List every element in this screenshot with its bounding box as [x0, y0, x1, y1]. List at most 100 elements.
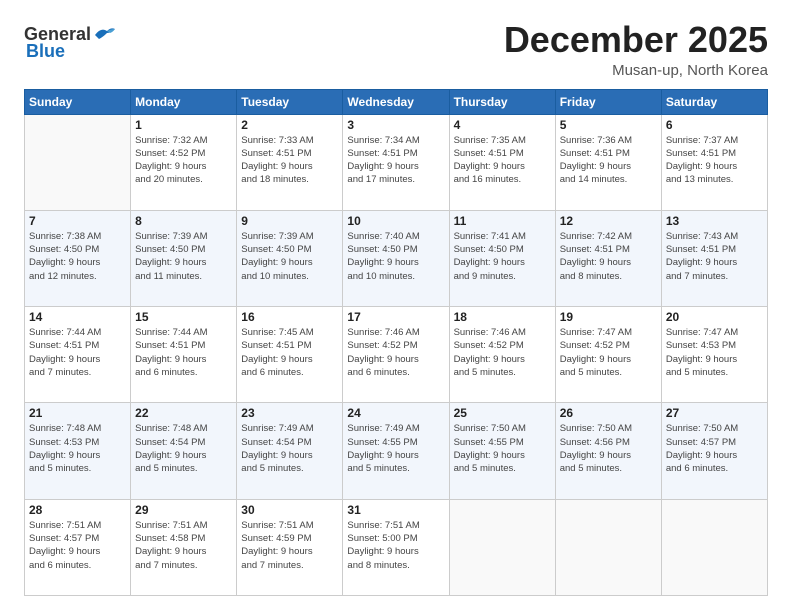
calendar-header-wednesday: Wednesday [343, 89, 449, 114]
calendar-cell: 9 Sunrise: 7:39 AM Sunset: 4:50 PM Daylig… [237, 210, 343, 306]
day-info: Sunrise: 7:40 AM Sunset: 4:50 PM Dayligh… [347, 230, 444, 283]
calendar-cell: 28 Sunrise: 7:51 AM Sunset: 4:57 PM Dayli… [25, 499, 131, 595]
day-info: Sunrise: 7:51 AM Sunset: 4:58 PM Dayligh… [135, 519, 232, 572]
day-info: Sunrise: 7:51 AM Sunset: 5:00 PM Dayligh… [347, 519, 444, 572]
day-number: 4 [454, 118, 551, 132]
day-info: Sunrise: 7:32 AM Sunset: 4:52 PM Dayligh… [135, 134, 232, 187]
day-info: Sunrise: 7:49 AM Sunset: 4:54 PM Dayligh… [241, 422, 338, 475]
calendar-cell: 7 Sunrise: 7:38 AM Sunset: 4:50 PM Daylig… [25, 210, 131, 306]
calendar-week-row: 14 Sunrise: 7:44 AM Sunset: 4:51 PM Dayli… [25, 307, 768, 403]
day-info: Sunrise: 7:47 AM Sunset: 4:52 PM Dayligh… [560, 326, 657, 379]
header: General Blue December 2025 Musan-up, Nor… [24, 20, 768, 79]
calendar-week-row: 21 Sunrise: 7:48 AM Sunset: 4:53 PM Dayli… [25, 403, 768, 499]
day-info: Sunrise: 7:42 AM Sunset: 4:51 PM Dayligh… [560, 230, 657, 283]
day-info: Sunrise: 7:44 AM Sunset: 4:51 PM Dayligh… [29, 326, 126, 379]
day-info: Sunrise: 7:39 AM Sunset: 4:50 PM Dayligh… [135, 230, 232, 283]
day-info: Sunrise: 7:48 AM Sunset: 4:54 PM Dayligh… [135, 422, 232, 475]
day-number: 27 [666, 406, 763, 420]
day-number: 15 [135, 310, 232, 324]
day-info: Sunrise: 7:34 AM Sunset: 4:51 PM Dayligh… [347, 134, 444, 187]
calendar-header-thursday: Thursday [449, 89, 555, 114]
day-info: Sunrise: 7:47 AM Sunset: 4:53 PM Dayligh… [666, 326, 763, 379]
calendar-cell: 6 Sunrise: 7:37 AM Sunset: 4:51 PM Daylig… [661, 114, 767, 210]
day-number: 7 [29, 214, 126, 228]
day-number: 5 [560, 118, 657, 132]
calendar-cell: 31Sunrise: 7:51 AM Sunset: 5:00 PM Dayli… [343, 499, 449, 595]
calendar-week-row: 1 Sunrise: 7:32 AM Sunset: 4:52 PM Daylig… [25, 114, 768, 210]
day-info: Sunrise: 7:41 AM Sunset: 4:50 PM Dayligh… [454, 230, 551, 283]
calendar-cell: 27 Sunrise: 7:50 AM Sunset: 4:57 PM Dayli… [661, 403, 767, 499]
day-number: 16 [241, 310, 338, 324]
calendar-week-row: 28 Sunrise: 7:51 AM Sunset: 4:57 PM Dayli… [25, 499, 768, 595]
day-number: 3 [347, 118, 444, 132]
day-number: 11 [454, 214, 551, 228]
day-number: 22 [135, 406, 232, 420]
day-number: 6 [666, 118, 763, 132]
day-number: 13 [666, 214, 763, 228]
calendar-cell: 26 Sunrise: 7:50 AM Sunset: 4:56 PM Dayli… [555, 403, 661, 499]
logo: General Blue [24, 24, 117, 62]
day-info: Sunrise: 7:33 AM Sunset: 4:51 PM Dayligh… [241, 134, 338, 187]
day-info: Sunrise: 7:50 AM Sunset: 4:56 PM Dayligh… [560, 422, 657, 475]
calendar-cell: 25Sunrise: 7:50 AM Sunset: 4:55 PM Dayli… [449, 403, 555, 499]
calendar-cell: 10Sunrise: 7:40 AM Sunset: 4:50 PM Dayli… [343, 210, 449, 306]
day-number: 20 [666, 310, 763, 324]
calendar-cell: 21 Sunrise: 7:48 AM Sunset: 4:53 PM Dayli… [25, 403, 131, 499]
day-number: 2 [241, 118, 338, 132]
day-number: 1 [135, 118, 232, 132]
day-info: Sunrise: 7:37 AM Sunset: 4:51 PM Dayligh… [666, 134, 763, 187]
calendar-cell: 1 Sunrise: 7:32 AM Sunset: 4:52 PM Daylig… [131, 114, 237, 210]
day-info: Sunrise: 7:39 AM Sunset: 4:50 PM Dayligh… [241, 230, 338, 283]
day-info: Sunrise: 7:36 AM Sunset: 4:51 PM Dayligh… [560, 134, 657, 187]
calendar-cell: 22 Sunrise: 7:48 AM Sunset: 4:54 PM Dayli… [131, 403, 237, 499]
logo-blue-label: Blue [26, 41, 65, 62]
calendar-table: SundayMondayTuesdayWednesdayThursdayFrid… [24, 89, 768, 596]
day-info: Sunrise: 7:46 AM Sunset: 4:52 PM Dayligh… [454, 326, 551, 379]
subtitle: Musan-up, North Korea [504, 62, 768, 79]
calendar-cell [449, 499, 555, 595]
calendar-header-monday: Monday [131, 89, 237, 114]
calendar-cell: 12 Sunrise: 7:42 AM Sunset: 4:51 PM Dayli… [555, 210, 661, 306]
calendar-header-friday: Friday [555, 89, 661, 114]
day-number: 14 [29, 310, 126, 324]
day-number: 18 [454, 310, 551, 324]
day-number: 21 [29, 406, 126, 420]
title-section: December 2025 Musan-up, North Korea [504, 20, 768, 79]
day-info: Sunrise: 7:50 AM Sunset: 4:57 PM Dayligh… [666, 422, 763, 475]
calendar-cell: 15 Sunrise: 7:44 AM Sunset: 4:51 PM Dayli… [131, 307, 237, 403]
day-info: Sunrise: 7:46 AM Sunset: 4:52 PM Dayligh… [347, 326, 444, 379]
calendar-cell: 3 Sunrise: 7:34 AM Sunset: 4:51 PM Daylig… [343, 114, 449, 210]
calendar-cell [661, 499, 767, 595]
day-number: 12 [560, 214, 657, 228]
day-number: 28 [29, 503, 126, 517]
day-number: 19 [560, 310, 657, 324]
month-title: December 2025 [504, 20, 768, 60]
day-number: 24 [347, 406, 444, 420]
day-info: Sunrise: 7:38 AM Sunset: 4:50 PM Dayligh… [29, 230, 126, 283]
day-number: 30 [241, 503, 338, 517]
calendar-cell: 13 Sunrise: 7:43 AM Sunset: 4:51 PM Dayli… [661, 210, 767, 306]
day-info: Sunrise: 7:51 AM Sunset: 4:57 PM Dayligh… [29, 519, 126, 572]
day-number: 29 [135, 503, 232, 517]
calendar-cell: 5 Sunrise: 7:36 AM Sunset: 4:51 PM Daylig… [555, 114, 661, 210]
calendar-header-sunday: Sunday [25, 89, 131, 114]
day-number: 26 [560, 406, 657, 420]
calendar-cell: 19 Sunrise: 7:47 AM Sunset: 4:52 PM Dayli… [555, 307, 661, 403]
page: General Blue December 2025 Musan-up, Nor… [0, 0, 792, 612]
calendar-cell: 11 Sunrise: 7:41 AM Sunset: 4:50 PM Dayli… [449, 210, 555, 306]
calendar-cell: 16Sunrise: 7:45 AM Sunset: 4:51 PM Dayli… [237, 307, 343, 403]
day-number: 9 [241, 214, 338, 228]
day-info: Sunrise: 7:43 AM Sunset: 4:51 PM Dayligh… [666, 230, 763, 283]
day-number: 8 [135, 214, 232, 228]
calendar-week-row: 7 Sunrise: 7:38 AM Sunset: 4:50 PM Daylig… [25, 210, 768, 306]
day-info: Sunrise: 7:50 AM Sunset: 4:55 PM Dayligh… [454, 422, 551, 475]
calendar-cell: 18 Sunrise: 7:46 AM Sunset: 4:52 PM Dayli… [449, 307, 555, 403]
calendar-cell: 23Sunrise: 7:49 AM Sunset: 4:54 PM Dayli… [237, 403, 343, 499]
day-info: Sunrise: 7:35 AM Sunset: 4:51 PM Dayligh… [454, 134, 551, 187]
calendar-cell [25, 114, 131, 210]
calendar-header-row: SundayMondayTuesdayWednesdayThursdayFrid… [25, 89, 768, 114]
day-info: Sunrise: 7:48 AM Sunset: 4:53 PM Dayligh… [29, 422, 126, 475]
day-info: Sunrise: 7:44 AM Sunset: 4:51 PM Dayligh… [135, 326, 232, 379]
calendar-cell: 4 Sunrise: 7:35 AM Sunset: 4:51 PM Daylig… [449, 114, 555, 210]
calendar-cell [555, 499, 661, 595]
